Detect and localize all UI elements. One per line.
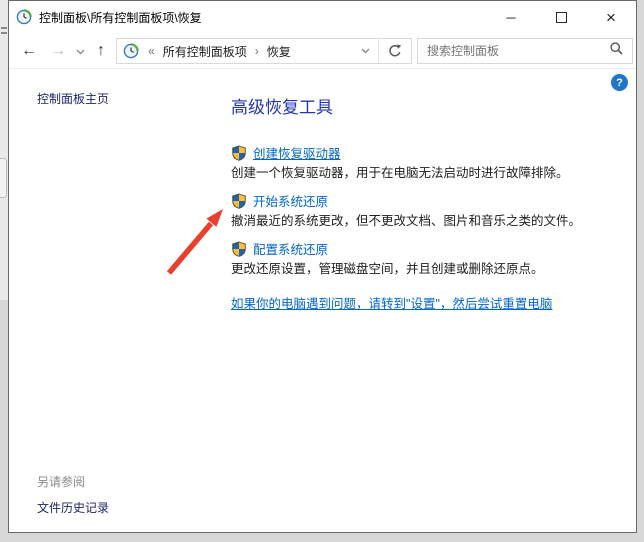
minimize-button[interactable]: ─ <box>486 1 536 34</box>
maximize-button[interactable] <box>536 1 586 34</box>
reset-pc-link[interactable]: 如果你的电脑遇到问题，请转到"设置"，然后尝试重置电脑 <box>231 293 552 312</box>
open-system-restore-link[interactable]: 开始系统还原 <box>253 191 328 210</box>
refresh-icon <box>388 44 402 58</box>
sidebar-item-home[interactable]: 控制面板主页 <box>37 90 109 107</box>
control-panel-window: 控制面板\所有控制面板项\恢复 ─ × ← → ↑ <box>8 0 637 533</box>
recovery-item-configure-system-restore: 配置系统还原 更改还原设置，管理磁盘空间，并且创建或删除还原点。 <box>231 238 621 280</box>
uac-shield-icon <box>231 193 247 209</box>
forward-icon: → <box>50 42 66 60</box>
help-icon: ? <box>616 77 623 89</box>
task-description: 更改还原设置，管理磁盘空间，并且创建或删除还原点。 <box>231 259 621 280</box>
close-icon: × <box>606 9 616 26</box>
recovery-icon <box>123 43 139 59</box>
forward-button[interactable]: → <box>46 38 70 64</box>
close-button[interactable]: × <box>586 1 636 34</box>
recovery-app-icon <box>16 9 32 25</box>
chevron-down-icon <box>76 42 85 60</box>
recovery-item-create-drive: 创建恢复驱动器 创建一个恢复驱动器，用于在电脑无法启动时进行故障排除。 <box>231 142 621 184</box>
recovery-item-open-system-restore: 开始系统还原 撤消最近的系统更改，但不更改文档、图片和音乐之类的文件。 <box>231 190 621 232</box>
page-title: 高级恢复工具 <box>231 93 621 118</box>
help-button[interactable]: ? <box>611 74 628 91</box>
search-box <box>417 38 633 64</box>
address-bar[interactable]: « 所有控制面板项 › 恢复 <box>116 38 412 64</box>
background-window-fragment <box>0 0 8 300</box>
sidebar-item-file-history[interactable]: 文件历史记录 <box>37 499 109 516</box>
background-button-fragment <box>0 158 7 198</box>
chevron-down-icon <box>361 48 370 54</box>
up-icon: ↑ <box>97 42 105 60</box>
address-dropdown-button[interactable] <box>352 39 378 63</box>
breadcrumb-overflow-icon[interactable]: « <box>148 44 155 58</box>
create-recovery-drive-link[interactable]: 创建恢复驱动器 <box>253 143 341 162</box>
content-area: ? 控制面板主页 另请参阅 文件历史记录 高级恢复工具 <box>9 69 636 532</box>
title-bar: 控制面板\所有控制面板项\恢复 ─ × <box>9 1 636 34</box>
background-mark <box>1 27 7 29</box>
main-panel: 高级恢复工具 <box>231 93 621 286</box>
background-mark <box>1 32 7 34</box>
maximize-icon <box>556 12 567 23</box>
window-controls: ─ × <box>486 1 636 34</box>
uac-shield-icon <box>231 241 247 257</box>
up-button[interactable]: ↑ <box>89 38 113 64</box>
uac-shield-icon <box>231 145 247 161</box>
search-input[interactable] <box>418 44 610 58</box>
breadcrumb-all-items[interactable]: 所有控制面板项 <box>163 43 247 60</box>
back-icon: ← <box>21 42 37 60</box>
search-icon[interactable] <box>610 42 623 60</box>
navigation-toolbar: ← → ↑ « 所有控制面板项 › 恢复 <box>9 34 636 69</box>
window-title: 控制面板\所有控制面板项\恢复 <box>39 9 202 26</box>
breadcrumb-recovery[interactable]: 恢复 <box>267 43 291 60</box>
task-description: 创建一个恢复驱动器，用于在电脑无法启动时进行故障排除。 <box>231 163 621 184</box>
recent-pages-button[interactable] <box>73 38 87 64</box>
configure-system-restore-link[interactable]: 配置系统还原 <box>253 239 328 258</box>
refresh-button[interactable] <box>378 39 411 63</box>
back-button[interactable]: ← <box>17 38 41 64</box>
see-also-label: 另请参阅 <box>37 473 85 490</box>
task-description: 撤消最近的系统更改，但不更改文档、图片和音乐之类的文件。 <box>231 211 621 232</box>
breadcrumb-separator-icon: › <box>255 44 259 58</box>
minimize-icon: ─ <box>506 11 515 24</box>
